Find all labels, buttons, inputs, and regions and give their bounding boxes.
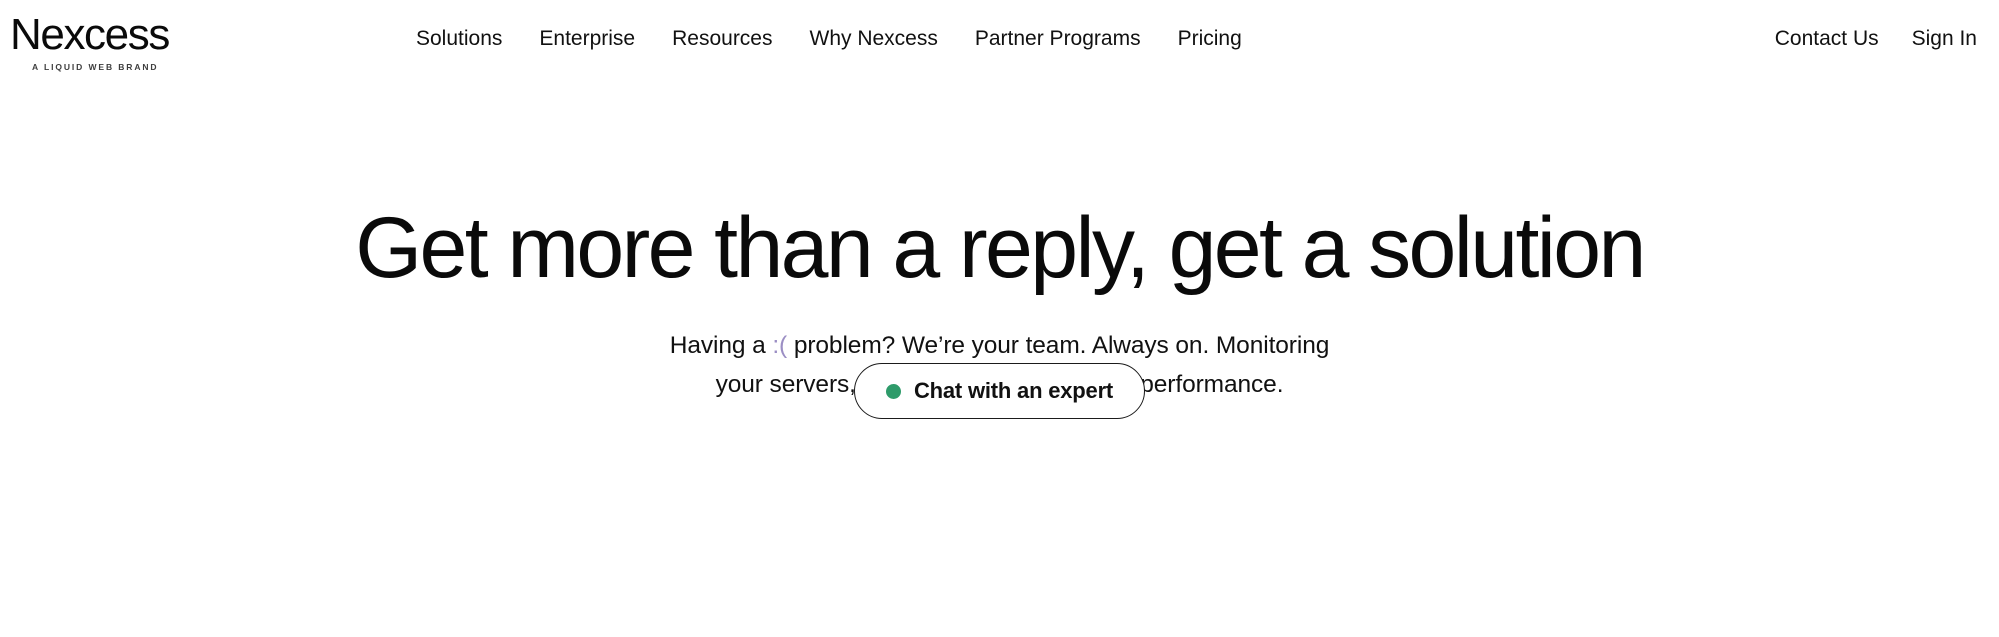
online-status-dot-icon xyxy=(885,383,901,399)
nav-item-solutions[interactable]: Solutions xyxy=(416,26,502,52)
nav-item-sign-in[interactable]: Sign In xyxy=(1912,26,1977,52)
nav-item-pricing[interactable]: Pricing xyxy=(1178,26,1242,52)
brand-logo-link[interactable]: Nexcess A LIQUID WEB BRAND xyxy=(10,10,190,73)
nav-item-why-nexcess[interactable]: Why Nexcess xyxy=(810,26,938,52)
primary-navigation: Solutions Enterprise Resources Why Nexce… xyxy=(416,26,1242,52)
nav-item-resources[interactable]: Resources xyxy=(672,26,772,52)
utility-navigation: Contact Us Sign In xyxy=(1775,26,1977,52)
frown-emoticon-icon: :( xyxy=(772,332,788,359)
nav-item-partner-programs[interactable]: Partner Programs xyxy=(975,26,1141,52)
brand-wordmark: Nexcess xyxy=(10,10,170,59)
page-root: Nexcess A LIQUID WEB BRAND Solutions Ent… xyxy=(0,0,1999,637)
hero-subcopy-line-1-suffix: problem? We’re your team. Always on. Mon… xyxy=(787,332,1330,359)
hero-subcopy-line-1: Having a :( problem? We’re your team. Al… xyxy=(0,326,1999,365)
chat-with-an-expert-button[interactable]: Chat with an expert xyxy=(853,363,1146,419)
nav-item-enterprise[interactable]: Enterprise xyxy=(539,26,635,52)
site-header: Nexcess A LIQUID WEB BRAND Solutions Ent… xyxy=(0,0,1999,80)
hero-section: Get more than a reply, get a solution Ha… xyxy=(0,80,1999,637)
hero-headline: Get more than a reply, get a solution xyxy=(355,200,1646,296)
nav-item-contact-us[interactable]: Contact Us xyxy=(1775,26,1879,52)
hero-cta-container: Chat with an expert xyxy=(0,363,1999,419)
hero-subcopy-line-1-prefix: Having a xyxy=(669,332,773,359)
brand-tagline: A LIQUID WEB BRAND xyxy=(32,62,159,72)
chat-button-label: Chat with an expert xyxy=(913,378,1114,403)
